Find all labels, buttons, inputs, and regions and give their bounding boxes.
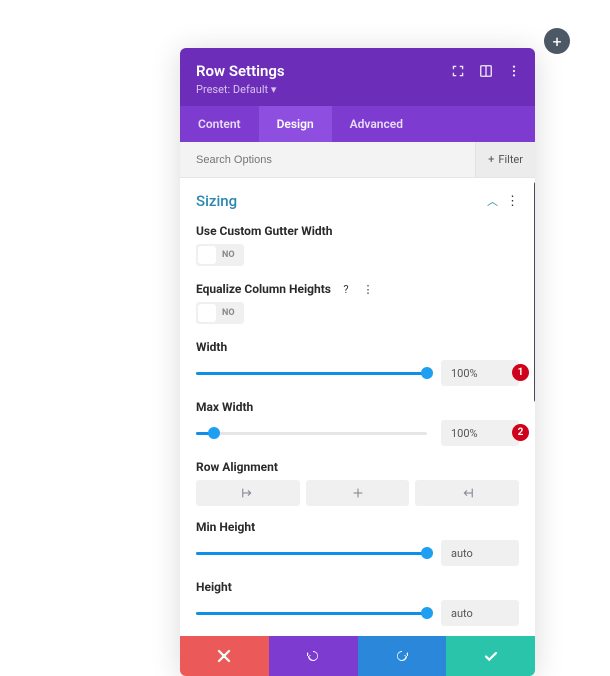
- section-header-sizing[interactable]: Sizing ︿ ⋮: [196, 178, 519, 220]
- filter-button[interactable]: + Filter: [475, 142, 535, 177]
- minheight-value[interactable]: auto: [441, 540, 519, 566]
- panel-body: Sizing ︿ ⋮ Use Custom Gutter Width NO Eq…: [180, 178, 535, 636]
- plus-icon: +: [552, 32, 561, 51]
- slider-fill: [196, 372, 427, 375]
- annotation-badge-1: 1: [512, 364, 529, 381]
- field-height: Height auto: [196, 580, 519, 626]
- slider-handle[interactable]: [421, 547, 433, 559]
- collapse-icon[interactable]: ︿: [487, 193, 498, 209]
- add-button[interactable]: +: [544, 28, 570, 54]
- scrollbar[interactable]: [534, 182, 535, 402]
- preset-selector[interactable]: Preset: Default ▾: [196, 83, 519, 96]
- align-left-button[interactable]: [196, 480, 300, 506]
- field-gutter: Use Custom Gutter Width NO: [196, 224, 519, 268]
- search-bar: + Filter: [180, 142, 535, 178]
- height-value[interactable]: auto: [441, 600, 519, 626]
- maxwidth-slider[interactable]: [196, 432, 427, 435]
- field-label: Height: [196, 580, 232, 594]
- redo-icon: [394, 648, 410, 664]
- slider-handle[interactable]: [208, 427, 220, 439]
- chevron-down-icon: ▾: [271, 83, 277, 96]
- tab-content[interactable]: Content: [180, 106, 259, 142]
- field-width: Width 100% 1: [196, 340, 519, 386]
- help-icon[interactable]: ?: [339, 282, 353, 296]
- header-icon-group: [451, 64, 521, 78]
- save-button[interactable]: [446, 636, 535, 676]
- align-center-button[interactable]: [306, 480, 410, 506]
- slider-fill: [196, 612, 427, 615]
- slider-row: 100% 2: [196, 420, 519, 446]
- field-label: Max Width: [196, 400, 253, 414]
- field-maxwidth: Max Width 100% 2: [196, 400, 519, 446]
- slider-handle[interactable]: [421, 607, 433, 619]
- annotation-badge-2: 2: [512, 424, 529, 441]
- align-right-button[interactable]: [415, 480, 519, 506]
- maxwidth-value[interactable]: 100%: [441, 420, 519, 446]
- tab-advanced[interactable]: Advanced: [332, 106, 421, 142]
- more-vertical-icon[interactable]: ⋮: [361, 282, 375, 296]
- toggle-label: NO: [216, 250, 242, 260]
- expand-icon[interactable]: [451, 64, 465, 78]
- field-equalize: Equalize Column Heights ? ⋮ NO: [196, 282, 519, 326]
- slider-row: auto: [196, 540, 519, 566]
- field-label: Width: [196, 340, 227, 354]
- height-slider[interactable]: [196, 612, 427, 615]
- width-slider[interactable]: [196, 372, 427, 375]
- alignment-group: [196, 480, 519, 506]
- field-label: Row Alignment: [196, 460, 278, 474]
- width-value[interactable]: 100%: [441, 360, 519, 386]
- redo-button[interactable]: [358, 636, 447, 676]
- section-title: Sizing: [196, 192, 237, 210]
- minheight-slider[interactable]: [196, 552, 427, 555]
- field-label: Use Custom Gutter Width: [196, 224, 332, 238]
- tab-design[interactable]: Design: [259, 106, 332, 142]
- responsive-icon[interactable]: [479, 64, 493, 78]
- more-vertical-icon[interactable]: ⋮: [506, 194, 519, 209]
- tab-bar: Content Design Advanced: [180, 106, 535, 142]
- slider-fill: [196, 552, 427, 555]
- search-input[interactable]: [194, 153, 475, 167]
- field-alignment: Row Alignment: [196, 460, 519, 506]
- slider-row: 100% 1: [196, 360, 519, 386]
- toggle-knob: [198, 304, 216, 322]
- modal-header: Row Settings Preset: Default ▾: [180, 48, 535, 106]
- equalize-toggle[interactable]: NO: [196, 302, 244, 324]
- check-icon: [483, 648, 499, 664]
- more-vertical-icon[interactable]: [507, 64, 521, 78]
- cancel-button[interactable]: [180, 636, 269, 676]
- field-label: Equalize Column Heights: [196, 282, 331, 296]
- section-controls: ︿ ⋮: [487, 193, 519, 209]
- toggle-label: NO: [216, 308, 242, 318]
- field-label: Min Height: [196, 520, 255, 534]
- toggle-knob: [198, 246, 216, 264]
- modal-footer: [180, 636, 535, 676]
- slider-row: auto: [196, 600, 519, 626]
- close-icon: [216, 648, 232, 664]
- slider-handle[interactable]: [421, 367, 433, 379]
- field-minheight: Min Height auto: [196, 520, 519, 566]
- row-settings-modal: Row Settings Preset: Default ▾ Content D…: [180, 48, 535, 676]
- plus-icon: +: [488, 153, 494, 166]
- undo-icon: [305, 648, 321, 664]
- gutter-toggle[interactable]: NO: [196, 244, 244, 266]
- undo-button[interactable]: [269, 636, 358, 676]
